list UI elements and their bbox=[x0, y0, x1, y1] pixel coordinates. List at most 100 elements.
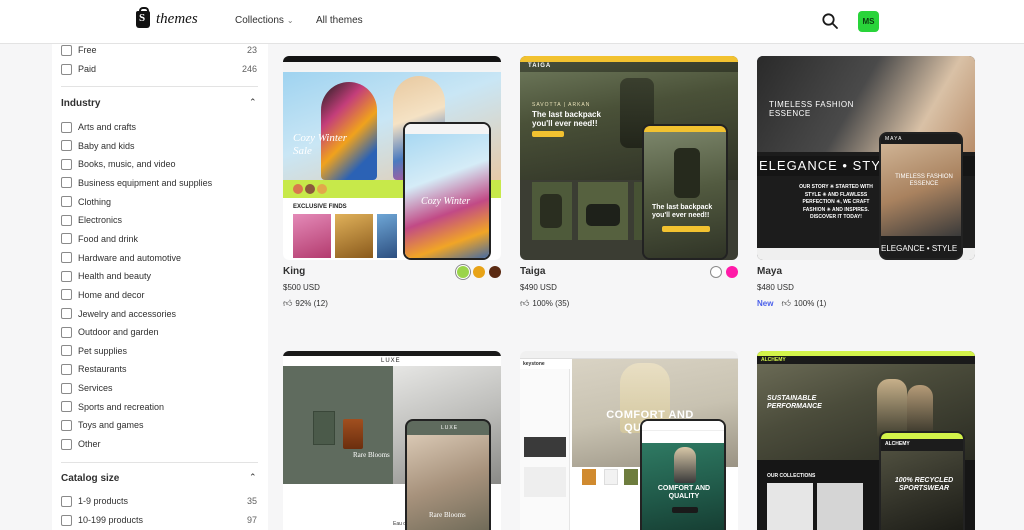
filter-price-paid[interactable]: Paid 246 bbox=[61, 62, 257, 76]
filter-industry-option[interactable]: Services bbox=[61, 381, 257, 395]
filter-industry-option[interactable]: Jewelry and accessories bbox=[61, 307, 257, 321]
checkbox[interactable] bbox=[61, 419, 72, 431]
thumbs-up-icon: 👍︎ bbox=[283, 298, 293, 308]
chevron-up-icon[interactable]: ⌃ bbox=[249, 472, 257, 483]
filter-industry-option[interactable]: Toys and games bbox=[61, 418, 257, 432]
filter-label: Jewelry and accessories bbox=[78, 308, 177, 319]
search-icon bbox=[822, 13, 838, 29]
nav-all-themes[interactable]: All themes bbox=[316, 15, 363, 26]
filter-industry-option[interactable]: Other bbox=[61, 437, 257, 451]
color-swatches bbox=[457, 266, 501, 278]
checkbox[interactable] bbox=[61, 177, 72, 189]
checkbox[interactable] bbox=[61, 326, 72, 338]
filter-catalog-10-199[interactable]: 10-199 products 97 bbox=[61, 513, 257, 527]
search-button[interactable] bbox=[821, 12, 839, 30]
preview-brand: TAIGA bbox=[528, 63, 552, 69]
checkbox[interactable] bbox=[61, 345, 72, 357]
checkbox[interactable] bbox=[61, 233, 72, 245]
checkbox[interactable] bbox=[61, 438, 72, 450]
theme-preview-alchemy[interactable]: ALCHEMY SUSTAINABLE PERFORMANCE OUR COLL… bbox=[757, 351, 975, 530]
nav-all-themes-label: All themes bbox=[316, 15, 363, 26]
checkbox[interactable] bbox=[61, 158, 72, 170]
theme-card-taiga[interactable]: TAIGA SAVOTTA | ARKAN The last backpack … bbox=[520, 56, 738, 316]
theme-rating: 👍︎ 100% (35) bbox=[520, 298, 569, 309]
theme-card-king[interactable]: Cozy Winter Sale EXCLUSIVE FINDS Cozy Wi… bbox=[283, 56, 501, 316]
theme-name[interactable]: Taiga bbox=[520, 266, 545, 277]
filter-industry-option[interactable]: Sports and recreation bbox=[61, 400, 257, 414]
thumbs-up-icon: 👍︎ bbox=[520, 298, 530, 308]
checkbox[interactable] bbox=[61, 270, 72, 282]
preview-product bbox=[293, 214, 331, 258]
preview-dot bbox=[317, 184, 327, 194]
theme-preview-maya[interactable]: TIMELESS FASHION ESSENCE ELEGANCE • STYL… bbox=[757, 56, 975, 260]
theme-preview-luxe[interactable]: LUXE Eau de Parfum LUXE Rare Blooms Rare… bbox=[283, 351, 501, 530]
swatch[interactable] bbox=[473, 266, 485, 278]
checkbox[interactable] bbox=[61, 401, 72, 413]
filter-industry-option[interactable]: Restaurants bbox=[61, 362, 257, 376]
checkbox[interactable] bbox=[61, 121, 72, 133]
checkbox[interactable] bbox=[61, 252, 72, 264]
filter-industry-option[interactable]: Business equipment and supplies bbox=[61, 176, 257, 190]
chevron-up-icon[interactable]: ⌃ bbox=[249, 97, 257, 108]
filter-industry-option[interactable]: Clothing bbox=[61, 195, 257, 209]
checkbox[interactable] bbox=[61, 495, 72, 507]
filter-industry-option[interactable]: Electronics bbox=[61, 213, 257, 227]
filter-industry-option[interactable]: Arts and crafts bbox=[61, 120, 257, 134]
divider bbox=[61, 462, 258, 463]
filter-catalog-1-9[interactable]: 1-9 products 35 bbox=[61, 494, 257, 508]
themes-logo[interactable]: themes bbox=[136, 7, 198, 28]
preview-hero-text: TIMELESS FASHION ESSENCE bbox=[769, 100, 854, 119]
theme-name[interactable]: Maya bbox=[757, 266, 782, 277]
filter-industry-option[interactable]: Hardware and automotive bbox=[61, 251, 257, 265]
filter-label: Other bbox=[78, 439, 101, 450]
theme-preview-taiga[interactable]: TAIGA SAVOTTA | ARKAN The last backpack … bbox=[520, 56, 738, 260]
checkbox[interactable] bbox=[61, 63, 72, 75]
preview-hero-text: SUSTAINABLE PERFORMANCE bbox=[767, 395, 822, 411]
filter-industry-option[interactable]: Pet supplies bbox=[61, 344, 257, 358]
swatch[interactable] bbox=[710, 266, 722, 278]
user-avatar[interactable]: MS bbox=[858, 11, 879, 32]
filter-industry-option[interactable]: Outdoor and garden bbox=[61, 325, 257, 339]
filter-price-free[interactable]: Free 23 bbox=[61, 43, 257, 57]
left-gutter bbox=[0, 44, 52, 530]
filter-industry-option[interactable]: Health and beauty bbox=[61, 269, 257, 283]
checkbox[interactable] bbox=[61, 196, 72, 208]
filter-industry-option[interactable]: Books, music, and video bbox=[61, 157, 257, 171]
filter-count: 35 bbox=[246, 496, 257, 506]
theme-name[interactable]: King bbox=[283, 266, 305, 277]
preview-phone-hero: 100% RECYCLED SPORTSWEAR bbox=[894, 477, 954, 493]
checkbox[interactable] bbox=[61, 514, 72, 526]
preview-phone-hero: COMFORT AND QUALITY bbox=[657, 485, 711, 501]
checkbox[interactable] bbox=[61, 140, 72, 152]
swatch[interactable] bbox=[457, 266, 469, 278]
preview-dot bbox=[305, 184, 315, 194]
filter-industry-option[interactable]: Home and decor bbox=[61, 288, 257, 302]
preview-model-figure bbox=[321, 82, 377, 180]
filter-label: Food and drink bbox=[78, 233, 139, 244]
nav-collections[interactable]: Collections ⌄ bbox=[235, 15, 294, 26]
checkbox[interactable] bbox=[61, 289, 72, 301]
checkbox[interactable] bbox=[61, 363, 72, 375]
filter-industry-option[interactable]: Baby and kids bbox=[61, 139, 257, 153]
swatch[interactable] bbox=[489, 266, 501, 278]
theme-preview-king[interactable]: Cozy Winter Sale EXCLUSIVE FINDS Cozy Wi… bbox=[283, 56, 501, 260]
checkbox[interactable] bbox=[61, 44, 72, 56]
thumbs-up-icon: 👍︎ bbox=[781, 298, 791, 308]
filter-label: Services bbox=[78, 383, 113, 394]
theme-rating: 👍︎ 92% (12) bbox=[283, 298, 328, 309]
preview-product-shape bbox=[586, 204, 620, 226]
checkbox[interactable] bbox=[61, 308, 72, 319]
filter-industry-option[interactable]: Food and drink bbox=[61, 232, 257, 246]
filter-count: 97 bbox=[246, 515, 257, 525]
theme-card-maya[interactable]: TIMELESS FASHION ESSENCE ELEGANCE • STYL… bbox=[757, 56, 975, 316]
checkbox[interactable] bbox=[61, 214, 72, 226]
checkbox[interactable] bbox=[61, 382, 72, 394]
preview-product bbox=[335, 214, 373, 258]
nav-collections-label: Collections bbox=[235, 15, 284, 26]
filter-count: 23 bbox=[246, 45, 257, 55]
theme-preview-keystone[interactable]: keystone COMFORT AND QUALITY COMFORT AND… bbox=[520, 351, 738, 530]
catalog-size-title: Catalog size bbox=[61, 473, 120, 484]
preview-phone: Cozy Winter bbox=[403, 122, 491, 260]
swatch[interactable] bbox=[726, 266, 738, 278]
preview-nav bbox=[283, 62, 501, 72]
